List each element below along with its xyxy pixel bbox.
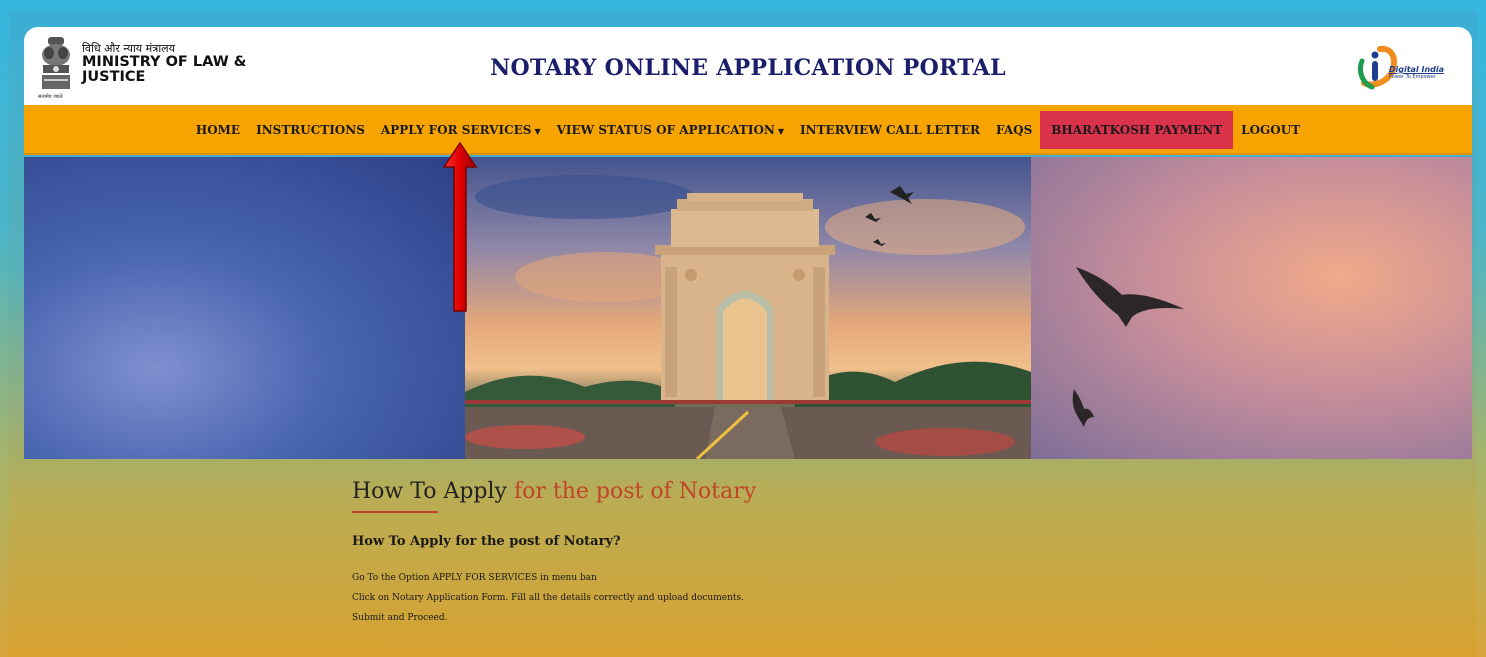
nav-home-label: HOME (195, 123, 241, 137)
chevron-down-icon: ▼ (777, 126, 785, 136)
site-header: सत्यमेव जयते विधि और न्याय मंत्रालय MINI… (24, 27, 1472, 105)
emblem-caption: सत्यमेव जयते (38, 94, 63, 100)
banner-sky-left (24, 157, 465, 459)
red-arrow-annotation-icon (442, 141, 478, 312)
chevron-down-icon: ▼ (534, 126, 541, 136)
bird-silhouette-icon (1072, 389, 1094, 427)
title-underline (352, 511, 438, 513)
instruction-step: Click on Notary Application Form. Fill a… (352, 593, 744, 603)
hero-banner (24, 157, 1472, 459)
nav-bharatkosh-payment-label: BHARATKOSH PAYMENT (1051, 123, 1223, 137)
nav-apply-for-services-label: APPLY FOR SERVICES (380, 123, 532, 137)
main-navigation: HOME INSTRUCTIONS APPLY FOR SERVICES ▼ VI… (24, 105, 1472, 155)
nav-faqs[interactable]: FAQS (988, 111, 1040, 149)
portal-title: NOTARY ONLINE APPLICATION PORTAL (490, 55, 1006, 81)
nav-home[interactable]: HOME (188, 111, 248, 149)
bird-silhouette-icon (1076, 267, 1184, 327)
how-to-apply-section: How To Apply for the post of Notary How … (24, 459, 1472, 657)
page-title: How To Apply for the post of Notary (352, 479, 756, 504)
india-gate-illustration (465, 175, 1031, 459)
instruction-step: Go To the Option APPLY FOR SERVICES in m… (352, 573, 597, 583)
nav-instructions-label: INSTRUCTIONS (256, 123, 365, 137)
digital-india-text: Digital India Power To Empower (1389, 65, 1444, 80)
page-title-accent: for the post of Notary (513, 479, 757, 504)
section-subheading: How To Apply for the post of Notary? (352, 534, 621, 549)
nav-view-status[interactable]: VIEW STATUS OF APPLICATION ▼ (549, 111, 792, 149)
nav-instructions[interactable]: INSTRUCTIONS (248, 111, 373, 149)
nav-interview-call-letter[interactable]: INTERVIEW CALL LETTER (792, 111, 988, 149)
instruction-step: Submit and Proceed. (352, 613, 448, 623)
nav-faqs-label: FAQS (996, 123, 1033, 137)
digital-india-title: Digital India (1388, 65, 1444, 74)
page-title-main: How To Apply (352, 479, 514, 504)
nav-view-status-label: VIEW STATUS OF APPLICATION (556, 123, 775, 137)
nav-logout[interactable]: LOGOUT (1233, 111, 1308, 149)
digital-india-tagline: Power To Empower (1388, 74, 1436, 80)
banner-india-gate-image (465, 157, 1031, 459)
nav-bharatkosh-payment[interactable]: BHARATKOSH PAYMENT (1040, 111, 1234, 149)
instruction-steps: Go To the Option APPLY FOR SERVICES in m… (352, 568, 744, 628)
nav-logout-label: LOGOUT (1241, 123, 1301, 137)
nav-interview-call-letter-label: INTERVIEW CALL LETTER (800, 123, 981, 137)
